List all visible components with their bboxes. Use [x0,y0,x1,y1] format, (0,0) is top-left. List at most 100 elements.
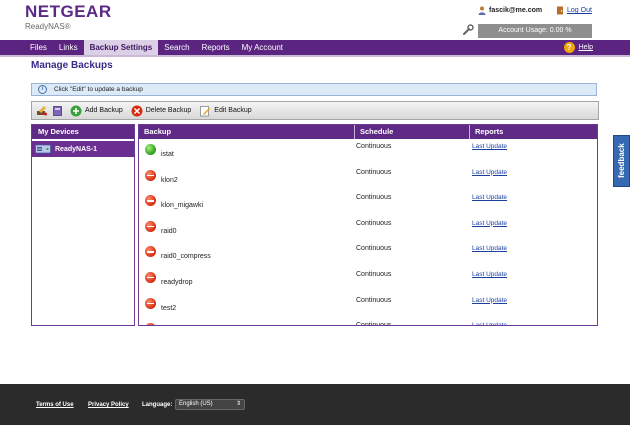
cell-backup: istat [139,139,355,165]
cell-schedule: Continuous [356,219,392,227]
status-error-icon [145,220,156,232]
info-icon: i [38,85,47,94]
table-row[interactable]: Continuous Last Update [139,318,597,325]
backup-name: raid0_compress [161,253,211,261]
table-row[interactable]: klon_migawki Continuous Last Update [139,190,597,216]
restore-icon[interactable] [52,105,64,117]
status-error-icon [145,169,156,181]
logout-area: Log Out [556,6,592,15]
privacy-policy-link[interactable]: Privacy Policy [88,402,129,408]
status-error-icon [145,297,156,309]
cell-backup [139,318,355,325]
info-bar: i Click "Edit" to update a backup [31,83,597,96]
last-update-link[interactable]: Last Update [472,322,507,325]
status-error-icon [145,195,156,207]
cell-schedule: Continuous [356,245,392,253]
cell-reports: Last Update [470,165,597,191]
devices-panel: My Devices ReadyNAS-1 [31,124,135,326]
info-text: Click "Edit" to update a backup [54,86,143,93]
select-arrow-icon: ⇕ [235,401,241,407]
cell-backup: test2 [139,293,355,319]
wrench-icon [463,24,474,35]
cell-backup: klon_migawki [139,190,355,216]
status-error-icon [145,271,156,283]
backup-name: klon2 [161,176,178,184]
last-update-link[interactable]: Last Update [472,297,507,304]
nav-files[interactable]: Files [25,40,53,55]
table-row[interactable]: readydrop Continuous Last Update [139,267,597,293]
edit-backup-label: Edit Backup [214,107,252,114]
cell-schedule: Continuous [356,168,392,176]
feedback-tab[interactable]: feedback [613,135,630,187]
backup-table: Backup Schedule Reports istat Continuous L… [138,124,598,326]
terms-of-use-link[interactable]: Terms of Use [36,402,74,408]
column-header-schedule[interactable]: Schedule [355,125,470,139]
backup-name: test2 [161,304,177,312]
backup-wizard-icon[interactable] [36,105,48,117]
table-header: Backup Schedule Reports [139,125,597,139]
nav-backup-settings[interactable]: Backup Settings [83,40,159,55]
cell-reports: Last Update [470,267,597,293]
cell-reports: Last Update [470,241,597,267]
add-icon [70,105,82,116]
devices-header: My Devices [32,125,134,139]
cell-reports: Last Update [470,139,597,165]
nav-reports[interactable]: Reports [196,40,236,55]
account-usage-bar: Account Usage: 0.00 % [478,24,592,38]
device-item-readynas-1[interactable]: ReadyNAS-1 [32,141,134,157]
logout-link[interactable]: Log Out [567,7,592,14]
table-row[interactable]: klon2 Continuous Last Update [139,165,597,191]
nav-links[interactable]: Links [53,40,84,55]
door-icon [557,6,563,15]
readynas-logo-text: ReadyNAS® [25,22,71,31]
language-value: English (US) [179,401,213,407]
add-backup-label: Add Backup [85,107,123,114]
page-title: Manage Backups [31,60,113,71]
edit-backup-button[interactable]: Edit Backup [197,105,253,117]
user-email: fascik@me.com [489,7,543,14]
table-row[interactable]: test2 Continuous Last Update [139,293,597,319]
toolbar: Add Backup Delete Backup Edit Backup [31,101,599,120]
backup-name: istat [161,151,174,158]
last-update-link[interactable]: Last Update [472,169,507,176]
nav-search[interactable]: Search [158,40,195,55]
cell-reports: Last Update [470,293,597,319]
backup-name: readydrop [161,278,193,286]
cell-schedule: Continuous [356,296,392,304]
user-info: fascik@me.com [478,6,542,15]
backup-name: raid0 [161,227,177,235]
delete-backup-label: Delete Backup [145,107,192,114]
netgear-logo: NETGEAR [25,2,112,21]
user-icon [478,6,486,15]
last-update-link[interactable]: Last Update [472,220,507,227]
column-header-backup[interactable]: Backup [139,125,355,139]
last-update-link[interactable]: Last Update [472,194,507,201]
add-backup-button[interactable]: Add Backup [68,105,125,117]
cell-backup: readydrop [139,267,355,293]
table-row[interactable]: raid0 Continuous Last Update [139,216,597,242]
device-label: ReadyNAS-1 [55,145,98,153]
cell-schedule: Continuous [356,270,392,278]
table-row[interactable]: raid0_compress Continuous Last Update [139,241,597,267]
language-select[interactable]: English (US) ⇕ [175,399,245,410]
delete-icon [131,105,143,116]
cell-backup: raid0_compress [139,241,355,267]
main-nav: Files Links Backup Settings Search Repor… [0,40,630,57]
last-update-link[interactable]: Last Update [472,143,507,150]
status-ok-icon [145,144,156,155]
backup-name: klon_migawki [161,202,204,210]
cell-backup: raid0 [139,216,355,242]
delete-backup-button[interactable]: Delete Backup [129,105,194,117]
column-header-reports[interactable]: Reports [470,125,597,139]
table-body: istat Continuous Last Update klon2 Continuou… [139,139,597,325]
nav-my-account[interactable]: My Account [236,40,289,55]
help-link[interactable]: Help [579,44,593,51]
nas-device-icon [35,144,51,154]
table-row[interactable]: istat Continuous Last Update [139,139,597,165]
last-update-link[interactable]: Last Update [472,245,507,252]
cell-backup: klon2 [139,165,355,191]
cell-reports: Last Update [470,216,597,242]
status-error-icon [145,246,156,258]
last-update-link[interactable]: Last Update [472,271,507,278]
help-icon[interactable]: ? [563,42,575,53]
